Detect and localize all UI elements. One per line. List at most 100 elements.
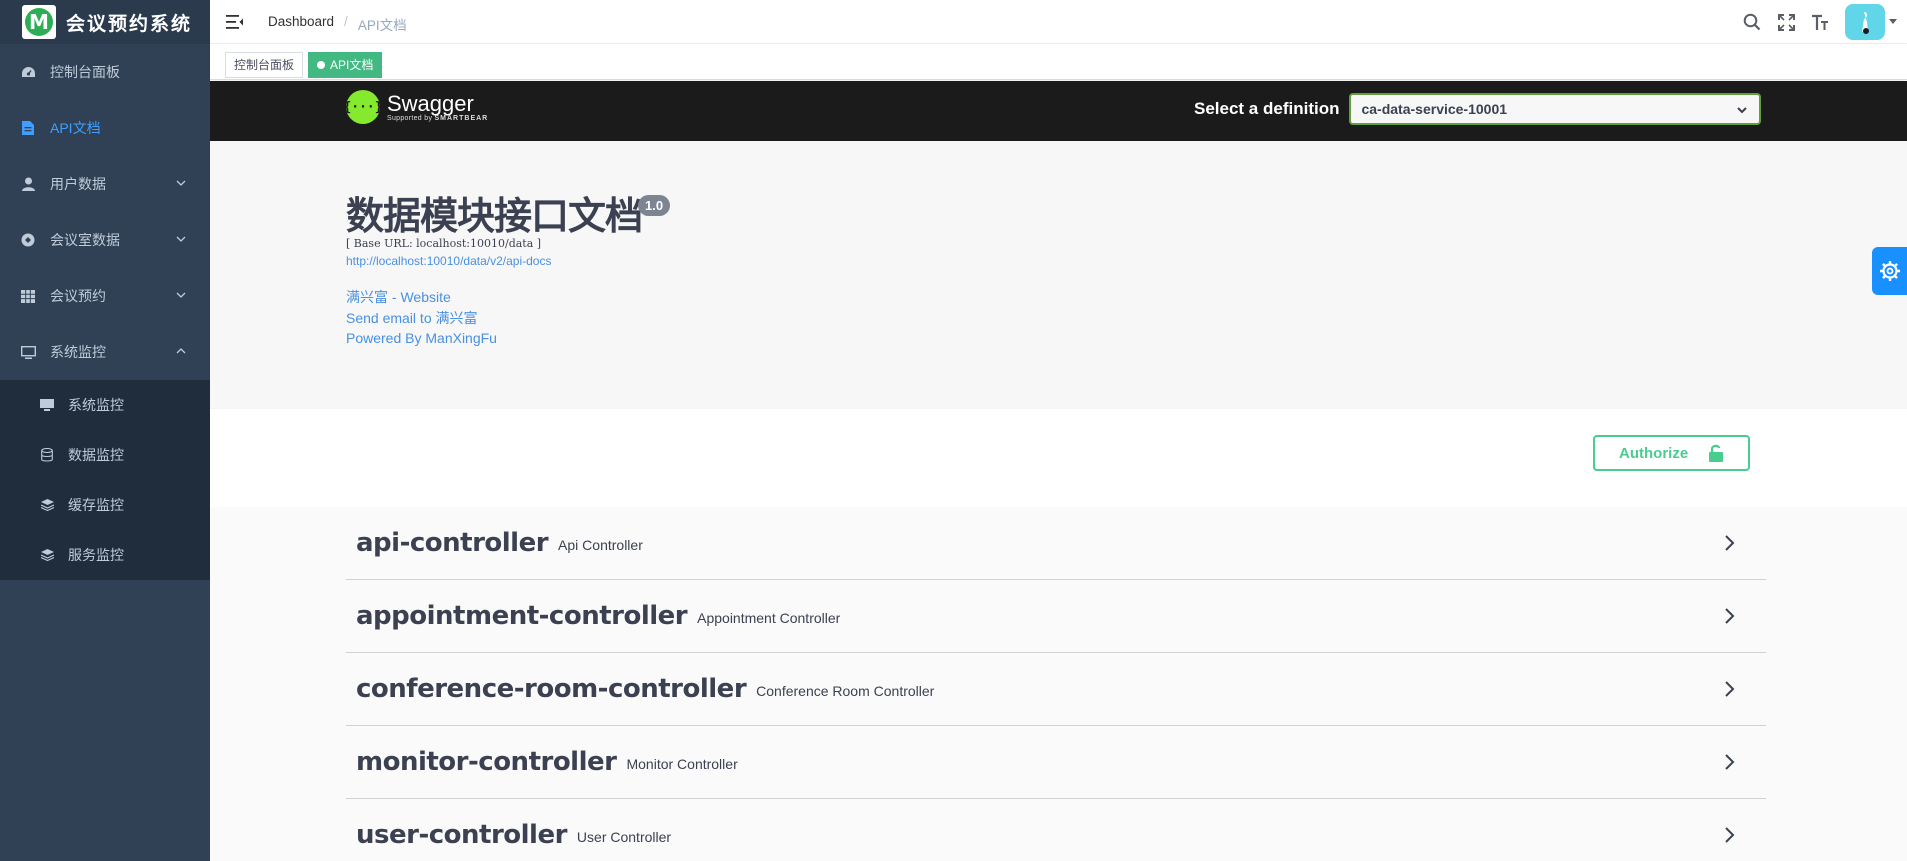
breadcrumb-home[interactable]: Dashboard	[268, 14, 334, 34]
sidebar-subitem-data-monitor[interactable]: 数据监控	[0, 430, 210, 480]
breadcrumb-current: API文档	[357, 18, 407, 33]
fullscreen-icon[interactable]	[1769, 0, 1803, 44]
definition-select-value: ca-data-service-10001	[1361, 101, 1508, 117]
chevron-right-icon	[1725, 535, 1735, 551]
api-info: 数据模块接口文档 1.0 [ Base URL: localhost:10010…	[210, 141, 1907, 409]
gear-icon	[1879, 261, 1900, 281]
caret-down-icon[interactable]	[1885, 0, 1901, 44]
grid-icon	[20, 288, 36, 304]
version-badge: 1.0	[638, 195, 671, 216]
chevron-down-icon	[1737, 107, 1748, 114]
chevron-down-icon	[176, 180, 186, 186]
sidebar-subitem-system-monitor[interactable]: 系统监控	[0, 380, 210, 430]
chevron-right-icon	[1725, 608, 1735, 624]
op-tag-user-controller[interactable]: user-controller User Controller	[346, 799, 1766, 861]
sidebar-subitem-cache-monitor[interactable]: 缓存监控	[0, 480, 210, 530]
swagger-ui: {···} Swagger Supported by SMARTBEAR Sel…	[210, 81, 1907, 861]
sidebar-item-dashboard[interactable]: 控制台面板	[0, 44, 210, 100]
definition-selector: Select a definition ca-data-service-1000…	[1194, 93, 1762, 125]
op-tag-desc: Api Controller	[558, 537, 643, 553]
dashboard-icon	[20, 64, 36, 80]
search-icon[interactable]	[1735, 0, 1769, 44]
base-url: [ Base URL: localhost:10010/data ]	[346, 237, 542, 250]
select-definition-label: Select a definition	[1194, 99, 1340, 118]
avatar[interactable]	[1845, 4, 1885, 40]
font-size-icon[interactable]	[1803, 0, 1837, 44]
api-title: 数据模块接口文档	[346, 194, 643, 238]
sidebar-item-appointments[interactable]: 会议预约	[0, 268, 210, 324]
breadcrumb: Dashboard / API文档	[268, 14, 407, 34]
sidebar-item-label: 会议室数据	[50, 232, 120, 248]
op-tag-appointment-controller[interactable]: appointment-controller Appointment Contr…	[346, 580, 1766, 653]
swagger-logo-name: Swagger	[387, 90, 474, 116]
powered-by-link[interactable]: Powered By ManXingFu	[346, 330, 497, 346]
active-dot-icon	[317, 61, 325, 69]
swagger-topbar: {···} Swagger Supported by SMARTBEAR Sel…	[210, 81, 1907, 141]
monitor-icon	[20, 344, 36, 360]
sidebar: M 会议预约系统 控制台面板 API文档 用户数据 会议室数据 会议预约 系统监…	[0, 0, 210, 861]
sidebar-subitem-service-monitor[interactable]: 服务监控	[0, 530, 210, 580]
sidebar-item-label: 系统监控	[50, 344, 106, 360]
authorize-button[interactable]: Authorize	[1593, 435, 1750, 471]
sidebar-item-label: API文档	[50, 120, 101, 136]
sidebar-item-system-monitor[interactable]: 系统监控	[0, 324, 210, 380]
tag-label: 控制台面板	[234, 58, 295, 72]
hamburger-icon[interactable]	[226, 14, 244, 30]
swagger-logo-icon: {···}	[343, 90, 383, 124]
chevron-right-icon	[1725, 827, 1735, 843]
op-tag-name: appointment-controller	[356, 601, 688, 631]
op-tag-desc: Conference Room Controller	[756, 683, 935, 699]
op-tag-desc: User Controller	[576, 829, 672, 845]
chevron-down-icon	[176, 292, 186, 298]
tag-api-docs[interactable]: API文档	[308, 52, 383, 78]
user-icon	[20, 176, 36, 192]
operations-list: api-controller Api Controller appointmen…	[210, 507, 1907, 861]
email-link[interactable]: Send email to 满兴富	[346, 308, 478, 328]
op-tag-name: monitor-controller	[356, 747, 617, 777]
sidebar-item-label: 会议预约	[50, 288, 106, 304]
unlock-icon	[1709, 444, 1724, 462]
swagger-logo[interactable]: {···} Swagger Supported by SMARTBEAR	[343, 90, 489, 124]
sidebar-item-user-data[interactable]: 用户数据	[0, 156, 210, 212]
sidebar-item-label: 控制台面板	[50, 64, 120, 80]
database-icon	[40, 448, 54, 462]
op-tag-api-controller[interactable]: api-controller Api Controller	[346, 507, 1766, 580]
sidebar-item-room-data[interactable]: 会议室数据	[0, 212, 210, 268]
op-tag-desc: Monitor Controller	[626, 756, 738, 772]
swagger-logo-sub: Supported by SMARTBEAR	[387, 114, 489, 122]
scheme-container: Authorize	[210, 409, 1907, 507]
sidebar-item-label: 用户数据	[50, 176, 106, 192]
api-docs-link[interactable]: http://localhost:10010/data/v2/api-docs	[346, 254, 551, 268]
website-link[interactable]: 满兴富 - Website	[346, 287, 451, 307]
tag-dashboard[interactable]: 控制台面板	[225, 52, 304, 78]
submenu-system-monitor: 系统监控 数据监控 缓存监控 服务监控	[0, 380, 210, 580]
authorize-label: Authorize	[1619, 444, 1689, 462]
sidebar-item-api-docs[interactable]: API文档	[0, 100, 210, 156]
sidebar-subitem-label: 系统监控	[68, 397, 124, 413]
monitor-icon	[40, 398, 54, 412]
chevron-up-icon	[176, 348, 186, 354]
chevron-right-icon	[1725, 681, 1735, 697]
tag-label: API文档	[330, 58, 374, 72]
breadcrumb-separator: /	[344, 14, 348, 29]
logo[interactable]: M 会议预约系统	[0, 0, 210, 44]
room-icon	[20, 232, 36, 248]
op-tag-name: conference-room-controller	[356, 674, 747, 704]
chevron-right-icon	[1725, 754, 1735, 770]
op-tag-name: api-controller	[356, 528, 549, 558]
document-icon	[20, 120, 36, 136]
sidebar-subitem-label: 缓存监控	[68, 497, 124, 513]
definition-select[interactable]: ca-data-service-10001	[1349, 93, 1762, 125]
sidebar-subitem-label: 数据监控	[68, 447, 124, 463]
op-tag-desc: Appointment Controller	[697, 610, 841, 626]
navbar-right	[1735, 0, 1907, 44]
tags-view: 控制台面板 API文档	[210, 44, 1907, 80]
op-tag-name: user-controller	[356, 820, 567, 850]
logo-icon: M	[22, 5, 56, 39]
sidebar-subitem-label: 服务监控	[68, 547, 124, 563]
op-tag-monitor-controller[interactable]: monitor-controller Monitor Controller	[346, 726, 1766, 799]
navbar: Dashboard / API文档	[210, 0, 1907, 44]
op-tag-conference-room-controller[interactable]: conference-room-controller Conference Ro…	[346, 653, 1766, 726]
settings-gear-button[interactable]	[1872, 247, 1907, 295]
layers-icon	[40, 548, 54, 562]
